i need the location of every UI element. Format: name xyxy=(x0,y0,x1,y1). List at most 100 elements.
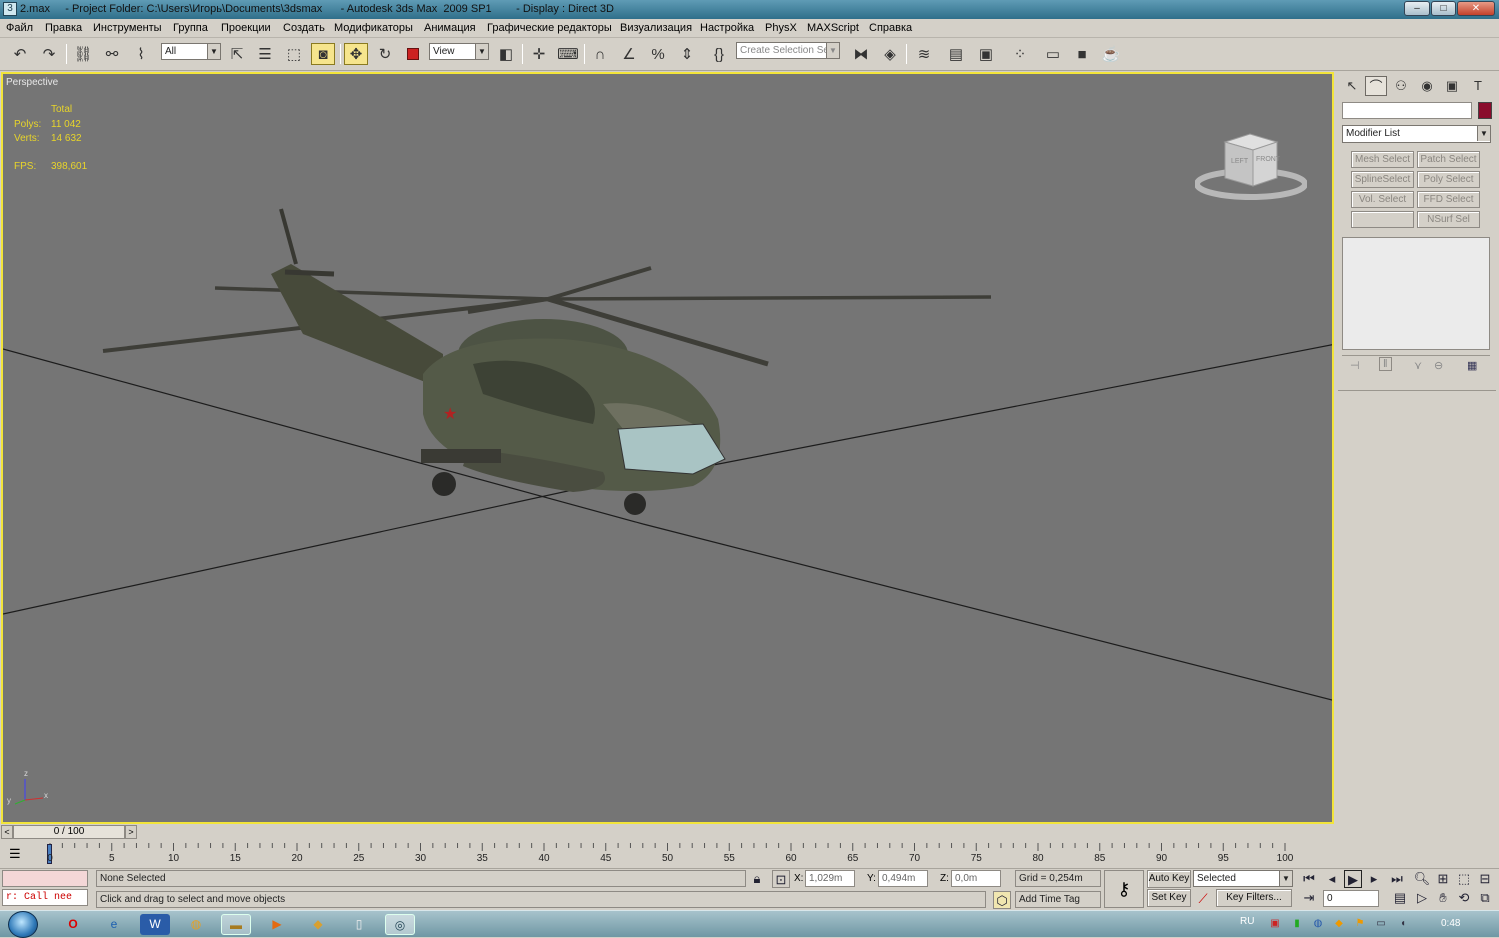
select-manipulate-icon[interactable]: ✛ xyxy=(527,43,551,65)
x-coord-field[interactable]: 1,029m xyxy=(805,870,855,887)
vol-select-button[interactable]: Vol. Select xyxy=(1351,191,1414,208)
tray-updates-icon[interactable]: ◆ xyxy=(1332,917,1346,931)
menu-maxscript[interactable]: MAXScript xyxy=(807,22,859,34)
3dsmax-app-icon[interactable]: 3 xyxy=(3,2,17,16)
current-frame-field[interactable]: 0 xyxy=(1323,890,1379,907)
menu-graph-editors[interactable]: Графические редакторы xyxy=(487,22,612,34)
add-time-tag-button[interactable]: Add Time Tag xyxy=(1015,891,1101,908)
mesh-select-button[interactable]: Mesh Select xyxy=(1351,151,1414,168)
menu-animation[interactable]: Анимация xyxy=(424,22,476,34)
pin-stack-icon[interactable]: ⊣ xyxy=(1350,359,1360,372)
hierarchy-tab-icon[interactable]: ⚇ xyxy=(1390,76,1412,96)
menu-help[interactable]: Справка xyxy=(869,22,912,34)
utilities-tab-icon[interactable]: T xyxy=(1467,76,1489,96)
reference-coord-dropdown[interactable]: View ▼ xyxy=(429,43,489,60)
field-of-view-icon[interactable]: ▷ xyxy=(1413,889,1431,907)
word-icon[interactable]: W xyxy=(140,914,170,935)
key-mode-toggle-icon[interactable]: ⇥ xyxy=(1300,889,1318,907)
menu-tools[interactable]: Инструменты xyxy=(93,22,162,34)
go-to-start-icon[interactable]: ⏮ xyxy=(1300,870,1318,888)
orbit-icon[interactable]: ⟲ xyxy=(1455,889,1473,907)
object-color-swatch[interactable] xyxy=(1478,102,1492,119)
zoom-extents-all-icon[interactable]: ⊟ xyxy=(1476,870,1494,888)
document-icon[interactable]: ▯ xyxy=(344,914,374,935)
patch-select-button[interactable]: Patch Select xyxy=(1417,151,1480,168)
auto-key-button[interactable]: Auto Key xyxy=(1147,870,1191,888)
start-button[interactable] xyxy=(8,911,38,938)
pan-icon[interactable]: ✋︎ xyxy=(1434,889,1452,907)
undo-icon[interactable]: ↶ xyxy=(8,43,32,65)
menu-views[interactable]: Проекции xyxy=(221,22,271,34)
absolute-mode-icon[interactable]: ⊡ xyxy=(772,870,790,888)
bind-space-warp-icon[interactable]: ⌇ xyxy=(129,43,153,65)
tray-flag-icon[interactable]: ⚑ xyxy=(1353,917,1367,931)
zoom-extents-icon[interactable]: ⬚ xyxy=(1455,870,1473,888)
angle-snap-icon[interactable]: ∠ xyxy=(617,43,641,65)
make-unique-icon[interactable]: ⋎ xyxy=(1414,359,1422,372)
ffd-select-button[interactable]: FFD Select xyxy=(1417,191,1480,208)
maximize-viewport-icon[interactable]: ⧉ xyxy=(1476,889,1494,907)
menu-physx[interactable]: PhysX xyxy=(765,22,797,34)
schematic-view-icon[interactable]: ▣ xyxy=(974,43,998,65)
menu-group[interactable]: Группа xyxy=(173,22,208,34)
time-prev-button[interactable]: < xyxy=(1,825,13,839)
helicopter-model[interactable]: ★ xyxy=(102,208,992,515)
remove-modifier-icon[interactable]: ⊖ xyxy=(1434,359,1443,372)
key-mode-dropdown[interactable]: Selected ▼ xyxy=(1193,870,1293,887)
chrome-icon[interactable]: ◍ xyxy=(181,914,211,935)
tray-network-icon[interactable]: ▮ xyxy=(1290,917,1304,931)
opera-icon[interactable]: O xyxy=(58,914,88,935)
viewcube[interactable]: LEFT FRONT xyxy=(1194,130,1308,202)
previous-frame-icon[interactable]: ◂ xyxy=(1323,870,1341,888)
layer-manager-icon[interactable]: ≋ xyxy=(912,43,936,65)
selection-filter-dropdown[interactable]: All ▼ xyxy=(161,43,221,60)
clock[interactable]: 0:48 xyxy=(1441,918,1460,929)
menu-edit[interactable]: Правка xyxy=(45,22,82,34)
internet-explorer-icon[interactable]: e xyxy=(99,914,129,935)
unlink-icon[interactable]: ⚯ xyxy=(100,43,124,65)
rendered-frame-window-icon[interactable]: ■ xyxy=(1070,43,1094,65)
display-tab-icon[interactable]: ▣ xyxy=(1441,76,1463,96)
configure-modifier-sets-icon[interactable]: ▦ xyxy=(1467,359,1477,372)
menu-modifiers[interactable]: Модификаторы xyxy=(334,22,413,34)
keyboard-shortcut-icon[interactable]: ⌨ xyxy=(556,43,580,65)
align-icon[interactable]: ◈ xyxy=(878,43,902,65)
spinner-snap-icon[interactable]: ⇕ xyxy=(675,43,699,65)
3dsmax-taskbar-icon[interactable]: ◎ xyxy=(385,914,415,935)
app-icon[interactable]: ◆ xyxy=(303,914,333,935)
perspective-viewport[interactable]: ★ Perspective Total Polys: 11 042 Verts:… xyxy=(1,72,1334,824)
play-icon[interactable]: ▶ xyxy=(1344,870,1362,888)
use-pivot-center-icon[interactable]: ◧ xyxy=(494,43,518,65)
close-button[interactable]: ✕ xyxy=(1457,1,1495,16)
select-and-rotate-icon[interactable]: ↻ xyxy=(373,43,397,65)
trackbar[interactable]: ☰ 0 5 10 15 20 25 30 35 40 45 50 55 60 65 70 75 80 85 90 95… xyxy=(0,841,1335,868)
tray-security-icon[interactable]: ▣ xyxy=(1268,917,1282,931)
menu-rendering[interactable]: Визуализация xyxy=(620,22,692,34)
set-key-button[interactable]: Set Key xyxy=(1147,889,1191,907)
redo-icon[interactable]: ↷ xyxy=(37,43,61,65)
time-tag-icon[interactable]: ⬡ xyxy=(993,891,1011,909)
modify-tab-icon[interactable]: ⌒ xyxy=(1365,76,1387,96)
zoom-all-icon[interactable]: ⊞ xyxy=(1434,870,1452,888)
viewport-label[interactable]: Perspective xyxy=(6,77,58,88)
y-coord-field[interactable]: 0,494m xyxy=(878,870,928,887)
select-and-scale-icon[interactable] xyxy=(401,43,425,65)
show-end-result-icon[interactable]: ‖ xyxy=(1379,357,1392,371)
minimize-button[interactable]: – xyxy=(1404,1,1430,16)
modifier-stack[interactable] xyxy=(1342,237,1490,350)
create-tab-icon[interactable]: ↖ xyxy=(1341,76,1363,96)
time-configuration-icon[interactable]: ▤ xyxy=(1391,889,1409,907)
default-in-out-tangent-icon[interactable]: ⟋ xyxy=(1194,890,1212,908)
render-setup-icon[interactable]: ▭ xyxy=(1041,43,1065,65)
menu-file[interactable]: Файл xyxy=(6,22,33,34)
snaps-toggle-icon[interactable]: ∩ xyxy=(588,43,612,65)
tray-globe-icon[interactable]: ◍ xyxy=(1311,917,1325,931)
spline-select-button[interactable]: SplineSelect xyxy=(1351,171,1414,188)
select-and-link-icon[interactable]: ⛓ xyxy=(71,43,95,65)
curve-editor-icon[interactable]: ▤ xyxy=(944,43,968,65)
media-player-icon[interactable]: ▶ xyxy=(262,914,292,935)
zoom-icon[interactable]: 🔍︎ xyxy=(1413,870,1431,888)
tray-volume-icon[interactable]: ◖ xyxy=(1396,917,1410,931)
tray-monitor-icon[interactable]: ▭ xyxy=(1374,917,1388,931)
next-frame-icon[interactable]: ▸ xyxy=(1365,870,1383,888)
